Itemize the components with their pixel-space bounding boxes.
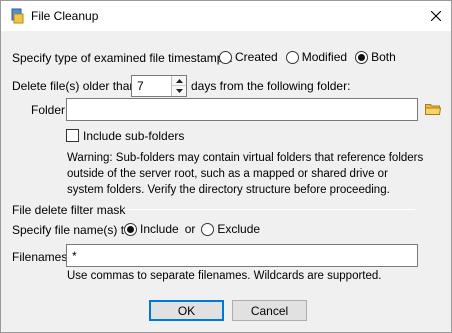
chevron-down-icon — [175, 89, 183, 93]
radio-both-label: Both — [371, 50, 396, 64]
file-cleanup-dialog: File Cleanup Specify type of examined fi… — [0, 0, 452, 333]
timestamp-radio-group: Created Modified Both — [219, 50, 404, 64]
radio-include-label: Include — [140, 222, 179, 236]
or-label: or — [184, 222, 196, 236]
timestamp-type-label: Specify type of examined file timestamps… — [12, 51, 233, 65]
radio-exclude-label: Exclude — [217, 222, 261, 236]
radio-created-indicator[interactable] — [219, 50, 232, 64]
close-icon — [431, 11, 441, 21]
radio-created[interactable]: Created — [219, 50, 278, 64]
spinner-up-button[interactable] — [172, 76, 186, 86]
radio-include[interactable]: Include — [124, 222, 179, 236]
days-from-folder-label: days from the following folder: — [191, 79, 351, 93]
file-cleanup-app-icon — [9, 8, 25, 24]
include-subfolders-checkbox[interactable] — [66, 129, 79, 142]
filenames-input[interactable]: * — [66, 244, 418, 267]
title-bar: File Cleanup — [1, 1, 451, 31]
window-title: File Cleanup — [31, 9, 99, 23]
chevron-up-icon — [175, 78, 183, 83]
spinner-buttons — [171, 76, 186, 96]
filenames-input-value[interactable]: * — [72, 249, 77, 263]
radio-both[interactable]: Both — [355, 50, 396, 64]
radio-created-label: Created — [235, 50, 278, 64]
spinner-down-button[interactable] — [172, 86, 186, 96]
folder-browse-icon[interactable] — [425, 102, 442, 119]
radio-exclude-indicator[interactable] — [201, 222, 215, 236]
radio-exclude[interactable]: Exclude — [201, 222, 260, 236]
specify-filenames-label: Specify file name(s) to — [12, 223, 131, 237]
radio-modified-label: Modified — [301, 50, 348, 64]
include-subfolders-label[interactable]: Include sub-folders — [83, 129, 184, 143]
close-button[interactable] — [421, 1, 451, 31]
days-spinner-value[interactable]: 7 — [137, 79, 144, 93]
radio-modified[interactable]: Modified — [285, 50, 348, 64]
filter-mode-radio-group: Include or Exclude — [124, 222, 268, 236]
folder-label: Folder: — [31, 103, 69, 117]
ok-button[interactable]: OK — [149, 300, 224, 321]
filenames-label: Filenames: — [12, 250, 71, 264]
radio-include-indicator[interactable] — [124, 222, 137, 236]
days-spinner[interactable]: 7 — [131, 75, 187, 97]
section-divider — [123, 209, 415, 210]
subfolders-warning-text: Warning: Sub-folders may contain virtual… — [67, 152, 424, 196]
radio-modified-indicator[interactable] — [285, 50, 299, 64]
radio-both-indicator[interactable] — [355, 50, 369, 64]
filenames-hint: Use commas to separate filenames. Wildca… — [67, 270, 382, 282]
folder-input[interactable] — [66, 98, 418, 121]
filter-section-label: File delete filter mask — [12, 203, 126, 217]
older-than-label: Delete file(s) older than — [12, 79, 137, 93]
cancel-button[interactable]: Cancel — [232, 300, 307, 321]
